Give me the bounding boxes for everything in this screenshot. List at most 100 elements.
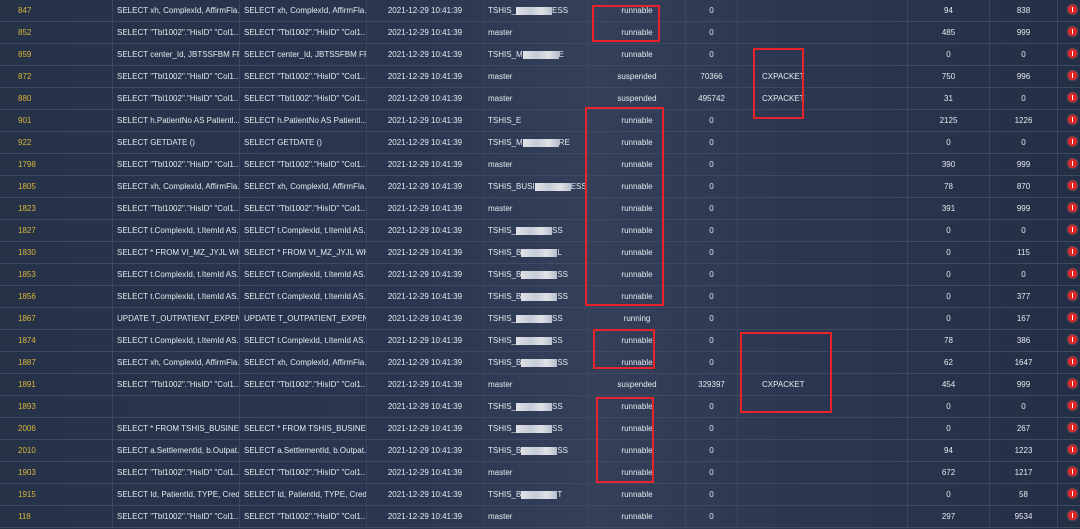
row-status-cell[interactable] xyxy=(1058,396,1080,417)
table-row[interactable]: 1830 SELECT * FROM VI_MZ_JYJL WH... SELE… xyxy=(0,242,1080,264)
row-status-cell[interactable] xyxy=(1058,198,1080,219)
row-status-cell[interactable] xyxy=(1058,44,1080,65)
table-row[interactable]: 1856 SELECT t.ComplexId, t.ItemId AS... … xyxy=(0,286,1080,308)
wait-type-cell: CXPACKET xyxy=(738,66,908,87)
start-time-cell: 2021-12-29 10:41:39 xyxy=(367,44,484,65)
table-row[interactable]: 1887 SELECT xh, ComplexId, AffirmFla... … xyxy=(0,352,1080,374)
error-icon[interactable] xyxy=(1068,5,1077,14)
table-row[interactable]: 922 SELECT GETDATE () SELECT GETDATE () … xyxy=(0,132,1080,154)
error-icon[interactable] xyxy=(1068,401,1077,410)
error-icon[interactable] xyxy=(1068,357,1077,366)
table-row[interactable]: 1827 SELECT t.ComplexId, t.ItemId AS... … xyxy=(0,220,1080,242)
row-status-cell[interactable] xyxy=(1058,154,1080,175)
row-status-cell[interactable] xyxy=(1058,176,1080,197)
start-time-cell: 2021-12-29 10:41:39 xyxy=(367,220,484,241)
row-status-cell[interactable] xyxy=(1058,418,1080,439)
error-icon[interactable] xyxy=(1068,423,1077,432)
error-icon[interactable] xyxy=(1068,71,1077,80)
table-row[interactable]: 1853 SELECT t.ComplexId, t.ItemId AS... … xyxy=(0,264,1080,286)
start-time-cell: 2021-12-29 10:41:39 xyxy=(367,352,484,373)
row-status-cell[interactable] xyxy=(1058,286,1080,307)
table-row[interactable]: 901 SELECT h.PatientNo AS Patientl... SE… xyxy=(0,110,1080,132)
error-icon[interactable] xyxy=(1068,291,1077,300)
error-icon[interactable] xyxy=(1068,511,1077,520)
table-row[interactable]: 2006 SELECT * FROM TSHIS_BUSINES... SELE… xyxy=(0,418,1080,440)
row-status-cell[interactable] xyxy=(1058,440,1080,461)
error-icon[interactable] xyxy=(1068,379,1077,388)
session-id-cell: 852 xyxy=(0,22,113,43)
cpu-cell: 0 xyxy=(908,396,990,417)
table-row[interactable]: 1798 SELECT "Tbl1002"."HisID" "Col1... S… xyxy=(0,154,1080,176)
row-status-cell[interactable] xyxy=(1058,88,1080,109)
row-status-cell[interactable] xyxy=(1058,506,1080,527)
table-row[interactable]: 1915 SELECT Id, PatientId, TYPE, Cred...… xyxy=(0,484,1080,506)
reads-cell: 999 xyxy=(990,154,1058,175)
table-row[interactable]: 1805 SELECT xh, ComplexId, AffirmFla... … xyxy=(0,176,1080,198)
table-row[interactable]: 859 SELECT center_Id, JBTSSFBM FR... SEL… xyxy=(0,44,1080,66)
table-row[interactable]: 1903 SELECT "Tbl1002"."HisID" "Col1... S… xyxy=(0,462,1080,484)
table-row[interactable]: 847 SELECT xh, ComplexId, AffirmFla... S… xyxy=(0,0,1080,22)
table-row[interactable]: 1823 SELECT "Tbl1002"."HisID" "Col1... S… xyxy=(0,198,1080,220)
table-row[interactable]: 1893 2021-12-29 10:41:39 TSHIS_ SS runnab… xyxy=(0,396,1080,418)
error-icon[interactable] xyxy=(1068,137,1077,146)
table-row[interactable]: 880 SELECT "Tbl1002"."HisID" "Col1... SE… xyxy=(0,88,1080,110)
table-row[interactable]: 2010 SELECT a.SettlementId, b.Outpat... … xyxy=(0,440,1080,462)
cpu-cell: 485 xyxy=(908,22,990,43)
row-status-cell[interactable] xyxy=(1058,22,1080,43)
error-icon[interactable] xyxy=(1068,181,1077,190)
table-row[interactable]: 872 SELECT "Tbl1002"."HisID" "Col1... SE… xyxy=(0,66,1080,88)
row-status-cell[interactable] xyxy=(1058,66,1080,87)
row-status-cell[interactable] xyxy=(1058,352,1080,373)
row-status-cell[interactable] xyxy=(1058,110,1080,131)
database-cell: master xyxy=(484,154,589,175)
row-status-cell[interactable] xyxy=(1058,0,1080,21)
error-icon[interactable] xyxy=(1068,27,1077,36)
error-icon[interactable] xyxy=(1068,467,1077,476)
row-status-cell[interactable] xyxy=(1058,308,1080,329)
row-status-cell[interactable] xyxy=(1058,132,1080,153)
error-icon[interactable] xyxy=(1068,159,1077,168)
database-name: master xyxy=(488,72,513,81)
wait-time-cell: 0 xyxy=(686,264,738,285)
error-icon[interactable] xyxy=(1068,115,1077,124)
cpu-cell: 78 xyxy=(908,176,990,197)
error-icon[interactable] xyxy=(1068,247,1077,256)
session-id-cell: 859 xyxy=(0,44,113,65)
sql-text-cell: SELECT "Tbl1002"."HisID" "Col1... xyxy=(113,506,240,527)
error-icon[interactable] xyxy=(1068,225,1077,234)
row-status-cell[interactable] xyxy=(1058,264,1080,285)
database-name: TSHIS_BUSI xyxy=(488,182,535,191)
row-status-cell[interactable] xyxy=(1058,462,1080,483)
sql-text-cell: SELECT "Tbl1002"."HisID" "Col1... xyxy=(113,88,240,109)
error-icon[interactable] xyxy=(1068,93,1077,102)
status-cell: suspended xyxy=(589,374,686,395)
error-icon[interactable] xyxy=(1068,445,1077,454)
database-cell: TSHIS_B SS xyxy=(484,352,589,373)
row-status-cell[interactable] xyxy=(1058,242,1080,263)
error-icon[interactable] xyxy=(1068,335,1077,344)
row-status-cell[interactable] xyxy=(1058,330,1080,351)
row-status-cell[interactable] xyxy=(1058,484,1080,505)
table-row[interactable]: 1891 SELECT "Tbl1002"."HisID" "Col1... S… xyxy=(0,374,1080,396)
table-row[interactable]: 1867 UPDATE T_OUTPATIENT_EXPEN... UPDATE… xyxy=(0,308,1080,330)
error-icon[interactable] xyxy=(1068,49,1077,58)
database-cell: master xyxy=(484,506,589,527)
error-icon[interactable] xyxy=(1068,489,1077,498)
error-icon[interactable] xyxy=(1068,313,1077,322)
table-row[interactable]: 1874 SELECT t.ComplexId, t.ItemId AS... … xyxy=(0,330,1080,352)
database-name: master xyxy=(488,94,513,103)
database-cell: TSHIS_B SS xyxy=(484,286,589,307)
row-status-cell[interactable] xyxy=(1058,374,1080,395)
sql-statement-cell: SELECT xh, ComplexId, AffirmFla... xyxy=(240,176,367,197)
start-time-cell: 2021-12-29 10:41:39 xyxy=(367,66,484,87)
database-name-suffix: SS xyxy=(557,446,569,455)
sql-statement-cell: SELECT a.SettlementId, b.Outpat... xyxy=(240,440,367,461)
error-icon[interactable] xyxy=(1068,203,1077,212)
database-cell: TSHIS_ SS xyxy=(484,418,589,439)
table-row[interactable]: 852 SELECT "Tbl1002"."HisID" "Col1... SE… xyxy=(0,22,1080,44)
table-row[interactable]: 118 SELECT "Tbl1002"."HisID" "Col1... SE… xyxy=(0,506,1080,528)
error-icon[interactable] xyxy=(1068,269,1077,278)
redaction-mark xyxy=(521,292,558,301)
row-status-cell[interactable] xyxy=(1058,220,1080,241)
redaction-mark xyxy=(516,226,553,235)
